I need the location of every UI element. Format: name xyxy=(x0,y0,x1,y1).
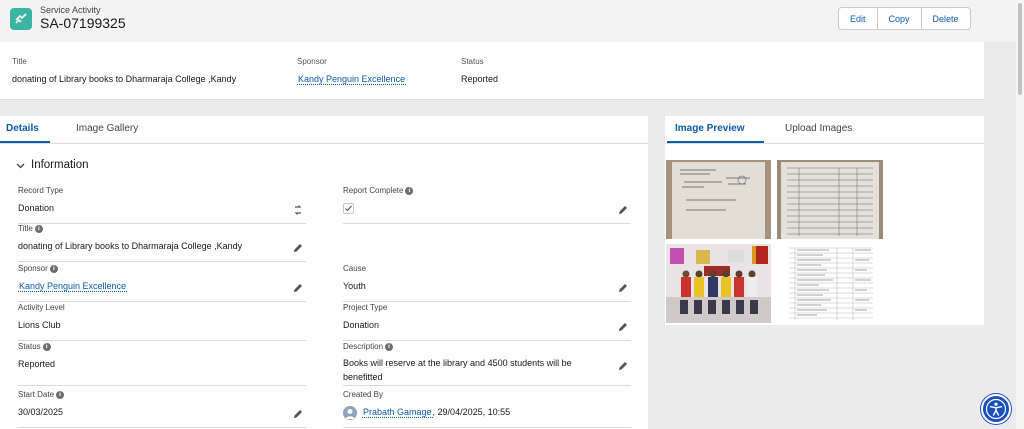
highlight-title-label: Title xyxy=(12,57,27,66)
highlight-title-value: donating of Library books to Dharmaraja … xyxy=(12,74,237,84)
accessibility-button[interactable] xyxy=(981,394,1011,424)
image-thumbnail[interactable] xyxy=(777,160,883,239)
details-card: Details Image Gallery Information Record… xyxy=(0,116,648,429)
record-name: SA-07199325 xyxy=(40,15,126,31)
scrollbar-thumb[interactable] xyxy=(1018,3,1022,95)
pencil-icon[interactable] xyxy=(617,204,629,216)
delete-button[interactable]: Delete xyxy=(921,8,970,29)
info-icon[interactable]: i xyxy=(34,224,43,233)
pencil-icon[interactable] xyxy=(292,242,304,254)
info-icon[interactable]: i xyxy=(385,342,394,351)
field-label: Activity Level xyxy=(18,303,65,312)
section-title: Information xyxy=(31,159,89,171)
field-activity-level: Activity Level Lions Club xyxy=(18,303,306,341)
image-tab-bar: Image Preview Upload Images xyxy=(665,116,984,144)
active-tab-indicator xyxy=(667,141,764,143)
tab-bar: Details Image Gallery xyxy=(0,116,648,144)
pencil-icon[interactable] xyxy=(617,360,629,372)
info-icon[interactable]: i xyxy=(405,186,414,195)
field-label: Sponsor xyxy=(18,264,48,273)
highlight-sponsor-label: Sponsor xyxy=(297,57,327,66)
field-label: Project Type xyxy=(343,303,388,312)
info-icon[interactable]: i xyxy=(49,264,58,273)
highlight-status: Status Reported xyxy=(461,57,498,84)
avatar xyxy=(343,405,357,420)
image-card: Image Preview Upload Images xyxy=(665,116,984,325)
field-value: 30/03/2025 xyxy=(18,407,64,417)
field-value: Donation xyxy=(343,320,380,330)
record-header: Service Activity SA-07199325 Edit Copy D… xyxy=(0,0,1016,42)
tab-image-preview[interactable]: Image Preview xyxy=(675,123,744,134)
highlight-sponsor-link[interactable]: Kandy Penguin Excellence xyxy=(297,74,407,85)
field-value: Lions Club xyxy=(18,320,61,330)
field-value: donating of Library books to Dharmaraja … xyxy=(18,241,243,251)
field-label: Title xyxy=(18,224,33,233)
active-tab-indicator xyxy=(0,141,50,143)
field-value: Youth xyxy=(343,281,366,291)
field-cause: Cause Youth xyxy=(343,264,631,302)
highlight-status-value: Reported xyxy=(461,74,499,84)
field-created-by: Created By Prabath Gamage, 29/04/2025, 1… xyxy=(343,390,631,428)
tab-image-gallery[interactable]: Image Gallery xyxy=(76,123,138,134)
pencil-icon[interactable] xyxy=(292,408,304,420)
field-report-complete: Report Complete i xyxy=(343,186,631,224)
field-label: Status xyxy=(18,342,41,351)
field-label: Cause xyxy=(343,264,367,273)
highlights-panel: Title donating of Library books to Dharm… xyxy=(0,42,984,100)
page-scrollbar[interactable] xyxy=(1016,0,1024,429)
highlight-sponsor: Sponsor Kandy Penguin Excellence xyxy=(297,57,407,85)
field-description: Description i Books will reserve at the l… xyxy=(343,342,631,386)
image-thumbnail[interactable] xyxy=(666,244,771,323)
field-sponsor: Sponsor i Kandy Penguin Excellence xyxy=(18,264,306,302)
tab-upload-images[interactable]: Upload Images xyxy=(785,123,852,134)
accessibility-icon xyxy=(985,398,1007,420)
info-icon[interactable]: i xyxy=(42,342,51,351)
created-by-user-link[interactable]: Prabath Gamage xyxy=(362,407,433,418)
copy-button[interactable]: Copy xyxy=(877,8,922,29)
edit-button[interactable]: Edit xyxy=(839,8,878,29)
image-thumbnail[interactable] xyxy=(666,160,771,239)
tab-details[interactable]: Details xyxy=(6,123,39,134)
field-label: Record Type xyxy=(18,186,64,195)
image-thumbnail[interactable] xyxy=(777,244,883,323)
field-value: Donation xyxy=(18,203,55,213)
field-start-date: Start Date i 30/03/2025 xyxy=(18,390,306,428)
object-type-label: Service Activity xyxy=(40,5,101,15)
highlight-title: Title donating of Library books to Dharm… xyxy=(12,57,236,84)
created-by-datetime: , 29/04/2025, 10:55 xyxy=(432,407,511,417)
section-information-toggle[interactable]: Information xyxy=(16,159,89,171)
record-actions: Edit Copy Delete xyxy=(838,7,971,30)
field-status: Status i Reported xyxy=(18,342,306,386)
highlight-status-label: Status xyxy=(461,57,484,66)
field-value: Books will reserve at the library and 45… xyxy=(343,358,572,382)
field-label: Description xyxy=(343,342,384,351)
field-title: Title i donating of Library books to Dhar… xyxy=(18,224,306,262)
field-record-type: Record Type Donation xyxy=(18,186,306,224)
service-activity-icon xyxy=(10,8,32,30)
field-label: Start Date xyxy=(18,390,55,399)
info-icon[interactable]: i xyxy=(56,390,65,399)
change-record-type-icon[interactable] xyxy=(292,204,304,216)
field-label: Created By xyxy=(343,390,384,399)
report-complete-checkbox[interactable] xyxy=(343,203,354,214)
pencil-icon[interactable] xyxy=(292,282,304,294)
field-label: Report Complete xyxy=(343,186,404,195)
pencil-icon[interactable] xyxy=(617,321,629,333)
chevron-down-icon xyxy=(16,163,25,168)
field-project-type: Project Type Donation xyxy=(343,303,631,341)
field-value: Reported xyxy=(18,359,56,369)
sponsor-link[interactable]: Kandy Penguin Excellence xyxy=(18,281,128,292)
pencil-icon[interactable] xyxy=(617,282,629,294)
